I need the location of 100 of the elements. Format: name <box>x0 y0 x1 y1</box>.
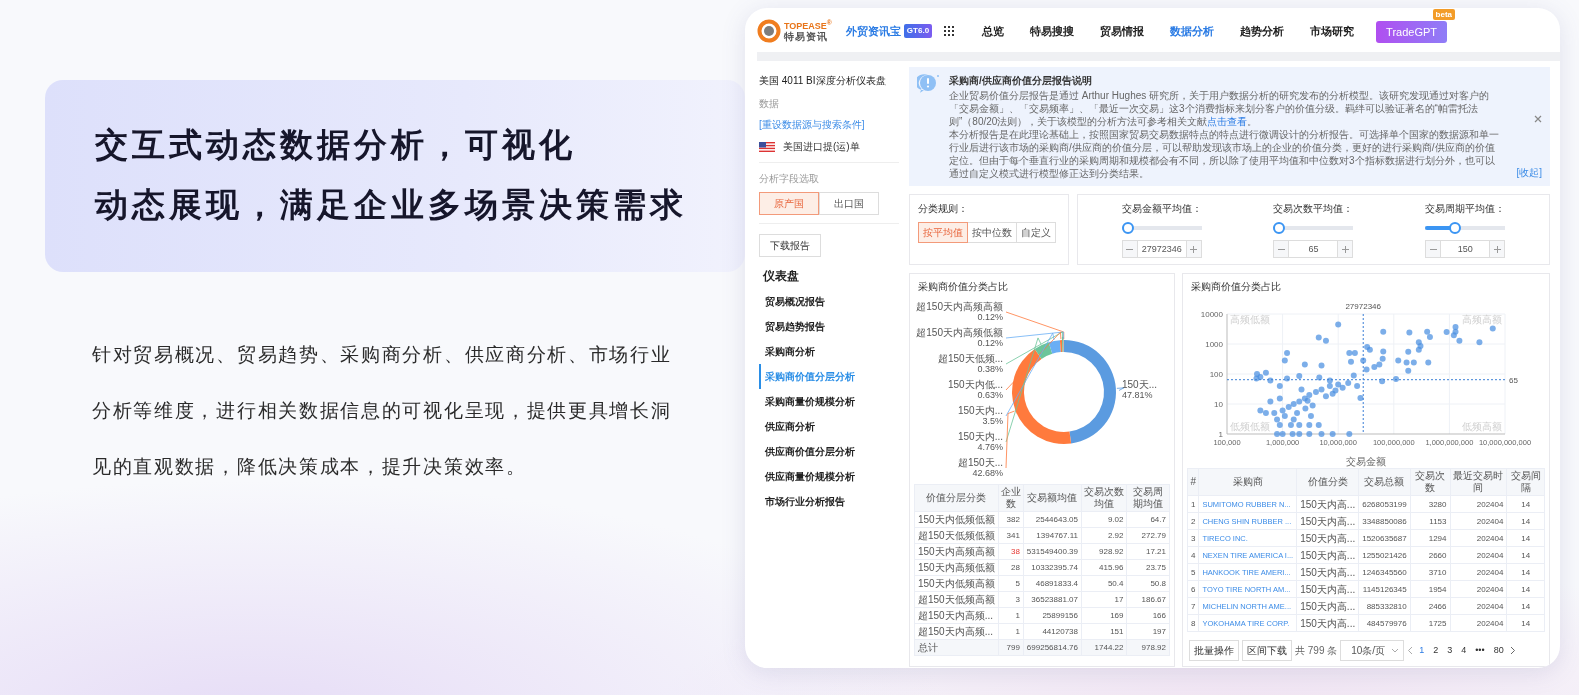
number-field[interactable]: 65 <box>1289 240 1338 258</box>
axis-label: 100 <box>1209 370 1223 379</box>
table-cell: 2.92 <box>1081 527 1127 544</box>
table-cell: 2544643.05 <box>1023 511 1082 528</box>
table-cell: 341 <box>998 527 1024 544</box>
table-cell: 3280 <box>1410 495 1450 513</box>
section-label: 数据 <box>759 97 780 111</box>
sidebar-item[interactable]: 贸易趋势报告 <box>759 314 899 339</box>
nav-link[interactable]: 总览 <box>982 22 1005 40</box>
nav-link[interactable]: 趋势分析 <box>1240 22 1285 40</box>
table-cell: 150天内高... <box>1296 512 1359 530</box>
product-name: 外贸资讯宝 <box>845 23 901 39</box>
table-cell: 3348850086 <box>1358 512 1411 530</box>
table-cell: 6268053199 <box>1358 495 1411 513</box>
table-cell: 17 <box>1081 591 1127 608</box>
page-button[interactable]: 4 <box>1458 643 1470 658</box>
table-cell: 超150天低频高额 <box>914 591 999 608</box>
table-cell: 5 <box>998 575 1024 592</box>
slice-percent: 47.81% <box>1122 390 1153 401</box>
table-cell: 2466 <box>1410 597 1450 615</box>
headline: 动态展现，满足企业多场景决策需求 <box>95 185 687 225</box>
notice-text: 本分析报告是在此理论基础上，按照国家贸易交易数据特点的特点进行微调设计的分析报告。可选择单个国家的数据源和单一行业后进行该市场的采购商/供应商的价值分层，可以帮助发现该市场上的企业的价值分类，更好的进行采购商/供应商的价值定位。但由于每个垂直行业的采购周期和规模都会有不同，所以除了使用平均值和中位数对3个指标数据进行划分外，也可以通过自定义模式进行模型修正达到分类结果。 <box>949 128 1500 180</box>
sidebar-item[interactable]: 采购商量价规模分析 <box>759 389 899 414</box>
number-field[interactable]: 27972346 <box>1137 240 1186 258</box>
rule-option[interactable]: 自定义 <box>1016 222 1056 243</box>
nav-link[interactable]: 数据分析 <box>1170 22 1215 40</box>
table-cell: 10332395.74 <box>1023 559 1082 576</box>
table-cell: 1 <box>998 607 1024 624</box>
table-cell: 14 <box>1506 529 1545 547</box>
brand-name: TOPEASE$^{®}$ <box>784 20 832 31</box>
sidebar-item[interactable]: 采购商价值分层分析 <box>759 364 899 389</box>
table-cell: 5 <box>1187 563 1199 581</box>
table-cell: 2660 <box>1410 546 1450 564</box>
page-button[interactable]: 2 <box>1430 643 1442 658</box>
beta-badge: beta <box>1432 8 1456 20</box>
table-cell: 150天内高... <box>1296 597 1359 615</box>
table-cell: 3 <box>1187 529 1199 547</box>
table-cell: 38 <box>998 543 1024 560</box>
axis-label: 10 <box>1214 400 1223 409</box>
table-cell: 9.02 <box>1081 511 1127 528</box>
table-cell: 1246345560 <box>1358 563 1411 581</box>
page-button[interactable]: 80 <box>1490 643 1507 658</box>
table-cell: 1 <box>1187 495 1199 513</box>
sidebar-item[interactable]: 采购商分析 <box>759 339 899 364</box>
tradegpt-button[interactable]: TradeGPT <box>1376 20 1448 44</box>
slice-percent: 0.63% <box>977 390 1003 400</box>
sidebar-item[interactable]: 贸易概况报告 <box>759 289 899 314</box>
table-cell: 28 <box>998 559 1024 576</box>
field-toggle[interactable]: 出口国 <box>819 192 879 215</box>
table-cell: 150天内高... <box>1296 614 1359 632</box>
table-cell: 36523881.07 <box>1023 591 1082 608</box>
table-cell: 1 <box>998 623 1024 640</box>
table-cell: 14 <box>1506 546 1545 564</box>
rule-option[interactable]: 按中位数 <box>967 222 1017 243</box>
column-header: 交易次数均值 <box>1081 484 1127 512</box>
slider-label: 交易次数平均值： <box>1273 202 1354 216</box>
slider-label: 交易周期平均值： <box>1425 202 1506 216</box>
nav-link[interactable]: 特易搜搜 <box>1030 22 1075 40</box>
table-cell: 150天内高频高额 <box>914 543 999 560</box>
sidebar-item[interactable]: 供应商分析 <box>759 414 899 439</box>
table-cell: 166 <box>1127 607 1170 624</box>
number-field[interactable]: 150 <box>1441 240 1490 258</box>
column-header: 价值分类 <box>1296 468 1359 496</box>
table-cell: 1520635687 <box>1358 529 1411 547</box>
column-header: 交易额均值 <box>1023 484 1082 512</box>
bulk-action-button[interactable]: 批量操作 <box>1189 640 1239 661</box>
page-size-select[interactable]: 10条/页 <box>1340 640 1405 661</box>
slice-percent: 0.12% <box>977 338 1003 348</box>
table-cell: 150天内低频高额 <box>914 575 999 592</box>
table-cell: 14 <box>1506 512 1545 530</box>
table-cell: 14 <box>1506 614 1545 632</box>
sidebar-item[interactable]: 供应商价值分层分析 <box>759 439 899 464</box>
view-link[interactable]: 点击查看 <box>1207 116 1248 127</box>
table-cell: 382 <box>998 511 1024 528</box>
brand-subtitle: 特易资讯 <box>784 30 828 42</box>
slice-percent: 3.5% <box>982 416 1003 426</box>
table-cell: 202404 <box>1450 614 1507 632</box>
nav-link[interactable]: 市场研究 <box>1310 22 1355 40</box>
table-cell: 44120738 <box>1023 623 1082 640</box>
table-cell: 14 <box>1506 597 1545 615</box>
reset-link[interactable]: [重设数据源与搜索条件] <box>759 117 865 132</box>
download-button[interactable]: 下载报告 <box>759 234 821 257</box>
nav-link[interactable]: 贸易情报 <box>1100 22 1145 40</box>
sidebar-item[interactable]: 市场行业分析报告 <box>759 489 899 514</box>
table-cell: 150天内高... <box>1296 495 1359 513</box>
page-button[interactable]: 1 <box>1416 643 1428 658</box>
slice-label: 150天... <box>1122 379 1158 391</box>
sidebar-item[interactable]: 供应商量价规模分析 <box>759 464 899 489</box>
table-cell: 25899156 <box>1023 607 1082 624</box>
page-button[interactable]: 3 <box>1444 643 1456 658</box>
reference-label: 27972346 <box>1345 302 1381 311</box>
chart-title: 采购商价值分类占比 <box>918 280 1009 294</box>
column-header: # <box>1187 468 1199 496</box>
table-cell: 50.4 <box>1081 575 1127 592</box>
table-cell: 1954 <box>1410 580 1450 598</box>
column-header: 交易周期均值 <box>1127 484 1170 512</box>
page-ellipsis[interactable]: ••• <box>1472 643 1488 658</box>
table-cell: 531549400.39 <box>1023 543 1082 560</box>
range-download-button[interactable]: 区间下载 <box>1242 640 1292 661</box>
table-cell: 202404 <box>1450 495 1507 513</box>
